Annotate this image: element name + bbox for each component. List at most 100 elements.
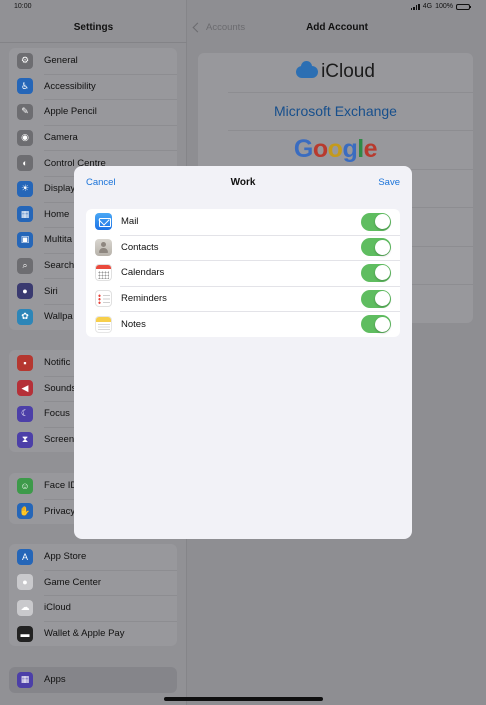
- contacts-icon: [95, 238, 112, 256]
- sync-item-label: Calendars: [121, 267, 165, 279]
- save-button[interactable]: Save: [378, 177, 400, 188]
- toggle-calendars[interactable]: [361, 263, 391, 282]
- sidebar-item-label: Siri: [44, 285, 58, 297]
- status-time: 10:00: [14, 3, 32, 10]
- toggle-notes[interactable]: [361, 315, 391, 334]
- sidebar-item-apps[interactable]: ▦ Apps: [9, 667, 177, 693]
- sidebar-item-general[interactable]: ⚙ General: [9, 48, 177, 74]
- sidebar-item-accessibility[interactable]: ♿ Accessibility: [9, 73, 177, 100]
- calendar-icon: [95, 264, 112, 282]
- toggle-knob: [374, 316, 390, 332]
- apps-grid-icon: ▦: [17, 671, 33, 688]
- moon-icon: ☾: [17, 405, 33, 422]
- toggle-knob: [374, 239, 390, 255]
- sidebar-item-icloud[interactable]: ☁ iCloud: [9, 595, 177, 621]
- provider-icloud[interactable]: iCloud: [198, 53, 473, 92]
- wallet-icon: ▬: [17, 625, 33, 642]
- cloud-icon: ☁: [17, 599, 33, 616]
- google-logo: Google: [293, 134, 378, 163]
- status-indicators: 4G 100%: [410, 3, 471, 10]
- signal-icon: [410, 3, 420, 10]
- sync-item-contacts: Contacts: [86, 234, 400, 261]
- settings-group: ▦ Apps: [9, 667, 177, 693]
- sidebar-item-label: Accessibility: [44, 80, 96, 92]
- pencil-icon: ✎: [17, 103, 33, 120]
- face-id-icon: ☺: [17, 477, 33, 494]
- sidebar-item-label: General: [44, 55, 78, 67]
- siri-icon: ●: [17, 283, 33, 300]
- toggle-knob: [374, 214, 390, 230]
- sheet-nav-bar: Cancel Work Save: [74, 166, 412, 200]
- sidebar-title: Settings: [73, 22, 114, 33]
- sync-options-list: Mail Contacts Calendars Reminders Notes: [86, 209, 400, 337]
- sync-item-label: Mail: [121, 216, 139, 228]
- sidebar-item-label: Camera: [44, 132, 78, 144]
- sidebar-item-label: Multita: [44, 234, 72, 246]
- cloud-icon: [296, 61, 319, 79]
- search-icon: ⌕: [17, 257, 33, 274]
- sidebar-item-label: Game Center: [44, 576, 102, 588]
- brightness-icon: ☀: [17, 180, 33, 197]
- provider-exchange[interactable]: Microsoft Exchange: [198, 91, 473, 131]
- switches-icon: ◐: [17, 155, 33, 172]
- sidebar-item-camera[interactable]: ◉ Camera: [9, 124, 177, 151]
- settings-group: A App Store ● Game Center ☁ iCloud ▬ Wallet & A…: [9, 544, 177, 647]
- sidebar-item-label: Search: [44, 260, 75, 272]
- sync-item-label: Notes: [121, 318, 146, 330]
- sheet-title: Work: [230, 177, 256, 188]
- battery-percent: 100%: [435, 3, 453, 10]
- sync-item-notes: Notes: [86, 311, 400, 337]
- sidebar-item-label: iCloud: [44, 602, 71, 614]
- sidebar-item-label: Wallpa: [44, 311, 73, 323]
- sidebar-item-label: Display: [44, 183, 76, 195]
- reminders-icon: [95, 290, 112, 308]
- notes-icon: [95, 315, 112, 333]
- sidebar-item-label: Apple Pencil: [44, 106, 97, 118]
- sidebar-item-game-center[interactable]: ● Game Center: [9, 569, 177, 596]
- sidebar-item-label: App Store: [44, 551, 87, 563]
- sidebar-item-label: Screen: [44, 434, 75, 446]
- hourglass-icon: ⧗: [17, 431, 33, 448]
- home-screen-icon: ▦: [17, 206, 33, 223]
- sidebar-item-app-store[interactable]: A App Store: [9, 544, 177, 570]
- sidebar-item-label: Apps: [44, 674, 66, 686]
- accessibility-icon: ♿: [17, 78, 33, 95]
- wallpaper-icon: ✿: [17, 308, 33, 325]
- toggle-contacts[interactable]: [361, 238, 391, 257]
- toggle-knob: [374, 265, 390, 281]
- sync-item-label: Contacts: [121, 241, 159, 253]
- account-settings-sheet: Cancel Work Save Mail Contacts Calendars Re…: [74, 166, 412, 539]
- gear-icon: ⚙: [17, 52, 33, 69]
- app-store-icon: A: [17, 548, 33, 565]
- home-indicator[interactable]: [164, 697, 323, 701]
- status-bar: 10:00 4G 100%: [0, 0, 486, 14]
- mail-icon: [95, 213, 112, 231]
- sidebar-item-label: Sounds: [44, 382, 77, 394]
- provider-label: Microsoft Exchange: [274, 102, 397, 119]
- provider-label: iCloud: [321, 61, 375, 83]
- sidebar-item-label: Privacy: [44, 505, 76, 517]
- speaker-icon: ◀: [17, 380, 33, 397]
- sync-item-reminders: Reminders: [86, 285, 400, 312]
- sync-item-mail: Mail: [86, 209, 400, 235]
- sidebar-divider: [0, 42, 187, 43]
- hand-icon: ✋: [17, 503, 33, 520]
- camera-icon: ◉: [17, 129, 33, 146]
- sidebar-item-wallet-apple-pay[interactable]: ▬ Wallet & Apple Pay: [9, 620, 177, 647]
- sidebar-item-label: Home: [44, 208, 70, 220]
- multitasking-icon: ▣: [17, 231, 33, 248]
- sidebar-item-label: Face ID: [44, 480, 78, 492]
- network-type: 4G: [422, 3, 433, 10]
- battery-icon: [456, 3, 471, 10]
- sidebar-item-label: Wallet & Apple Pay: [44, 628, 125, 640]
- toggle-knob: [374, 291, 390, 307]
- toggle-reminders[interactable]: [361, 289, 391, 308]
- sync-item-calendars: Calendars: [86, 260, 400, 286]
- provider-google[interactable]: Google: [198, 130, 473, 169]
- sidebar-item-label: Notific: [44, 357, 71, 369]
- game-center-icon: ●: [17, 574, 33, 591]
- sync-item-label: Reminders: [121, 293, 167, 305]
- toggle-mail[interactable]: [361, 212, 391, 231]
- notifications-icon: ▪: [17, 354, 33, 371]
- sidebar-item-apple-pencil[interactable]: ✎ Apple Pencil: [9, 99, 177, 125]
